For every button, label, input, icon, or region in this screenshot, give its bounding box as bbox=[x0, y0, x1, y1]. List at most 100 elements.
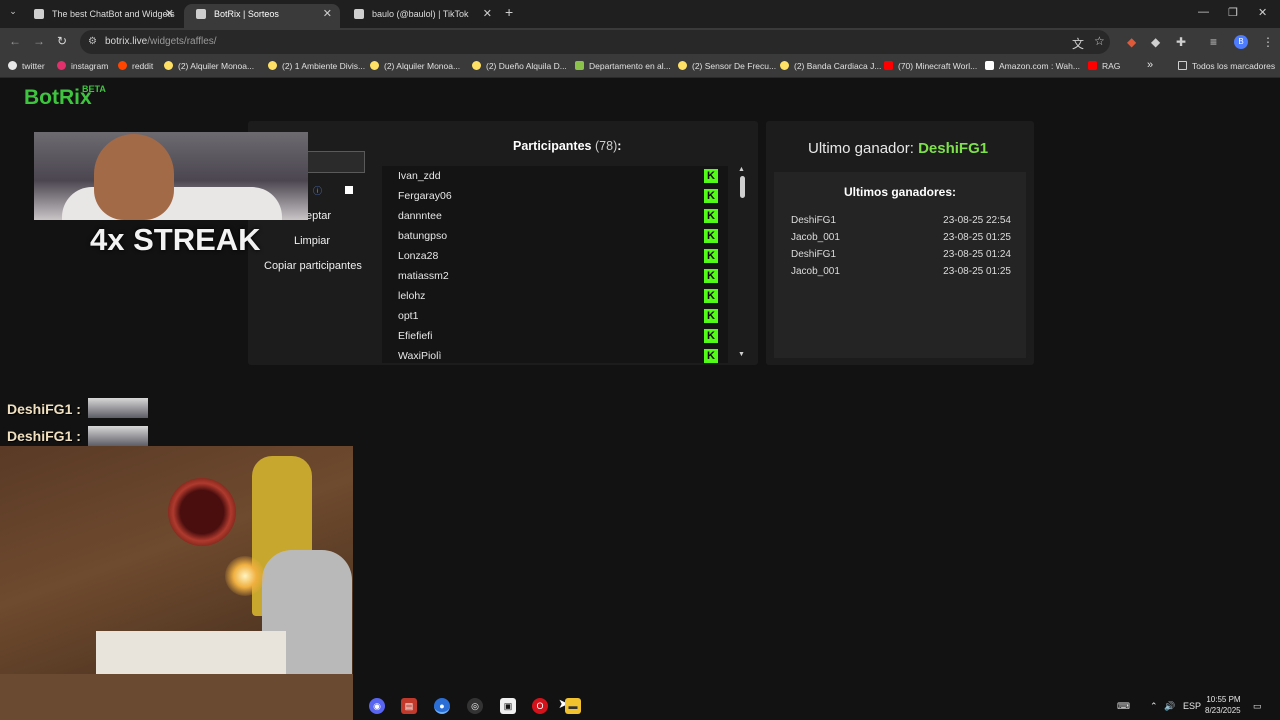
option-checkbox[interactable] bbox=[345, 186, 353, 194]
marketplace-icon bbox=[164, 61, 173, 70]
bookmarks-more-button[interactable]: » bbox=[1147, 59, 1153, 71]
translate-icon[interactable]: 文 bbox=[1072, 35, 1084, 52]
x-icon bbox=[8, 61, 17, 70]
bookmark-amazon[interactable]: Amazon.com : Wah... bbox=[985, 61, 1080, 71]
close-icon[interactable]: ✕ bbox=[483, 4, 492, 24]
language-indicator[interactable]: ESP bbox=[1183, 701, 1201, 711]
app-icon[interactable]: ▣ bbox=[500, 698, 516, 714]
reload-button[interactable]: ↻ bbox=[57, 34, 67, 48]
tab-bar: ⌄ The best ChatBot and Widgets ✕ BotRix … bbox=[0, 0, 1280, 28]
participant-row: matiassm2 K bbox=[398, 266, 718, 286]
chevron-up-icon[interactable]: ⌃ bbox=[1150, 701, 1158, 712]
tab-chatbot[interactable]: The best ChatBot and Widgets ✕ bbox=[22, 4, 182, 28]
restore-button[interactable]: ❐ bbox=[1228, 6, 1238, 19]
participants-scrollbar[interactable]: ▲ ▼ bbox=[737, 166, 748, 363]
media-icon[interactable]: ≡ bbox=[1210, 35, 1217, 49]
notifications-icon[interactable]: ▭ bbox=[1253, 701, 1262, 712]
copy-participants-button[interactable]: Copiar participantes bbox=[264, 260, 362, 272]
botrix-favicon-icon bbox=[196, 9, 206, 19]
kick-icon: K bbox=[704, 209, 718, 223]
close-icon[interactable]: ✕ bbox=[323, 4, 332, 24]
bookmark-departamento[interactable]: Departamento en al... bbox=[575, 61, 671, 71]
instagram-icon bbox=[57, 61, 66, 70]
tab-list-button[interactable]: ⌄ bbox=[6, 6, 20, 20]
close-icon[interactable]: ✕ bbox=[165, 4, 174, 24]
participant-row: Fergaray06 K bbox=[398, 186, 718, 206]
clock-time: 10:55 PM bbox=[1206, 695, 1241, 704]
bookmark-banda[interactable]: (2) Banda Cardiaca J... bbox=[780, 61, 881, 71]
bookmark-alquiler-1[interactable]: (2) Alquiler Monoa... bbox=[164, 61, 254, 71]
last-winner-name: DeshiFG1 bbox=[918, 140, 989, 157]
address-bar[interactable]: ⚙ botrix.live/widgets/raffles/ 文 ☆ bbox=[80, 30, 1110, 54]
botrix-favicon-icon bbox=[34, 9, 44, 19]
menu-button[interactable]: ⋮ bbox=[1262, 35, 1274, 49]
face-shape bbox=[94, 134, 174, 220]
participants-count: (78) bbox=[595, 139, 618, 153]
taskbar-clock[interactable]: 10:55 PM 8/23/2025 bbox=[1205, 694, 1241, 716]
star-icon[interactable]: ☆ bbox=[1094, 34, 1105, 48]
voicemeeter-icon[interactable]: ▤ bbox=[401, 698, 417, 714]
webcam-overlay-face bbox=[34, 132, 308, 220]
obs-icon[interactable]: ◎ bbox=[467, 698, 483, 714]
all-bookmarks-folder[interactable]: Todos los marcadores bbox=[1178, 61, 1275, 71]
close-window-button[interactable]: ✕ bbox=[1258, 6, 1267, 19]
browser-toolbar: ← → ↻ ⚙ botrix.live/widgets/raffles/ 文 ☆… bbox=[0, 28, 1280, 56]
kick-icon: K bbox=[704, 169, 718, 183]
wall-mirror-shape bbox=[168, 478, 236, 546]
bookmark-dueno[interactable]: (2) Dueño Alquila D... bbox=[472, 61, 567, 71]
site-info-icon[interactable]: ⚙ bbox=[88, 36, 97, 47]
beta-badge: BETA bbox=[82, 84, 106, 94]
marketplace-icon bbox=[472, 61, 481, 70]
chat-emote-image bbox=[88, 398, 148, 418]
tab-title: BotRix | Sorteos bbox=[214, 9, 279, 19]
forward-button[interactable]: → bbox=[33, 34, 45, 48]
discord-icon[interactable]: ◉ bbox=[369, 698, 385, 714]
opera-icon[interactable]: O bbox=[532, 698, 548, 714]
explorer-icon[interactable]: ▬ bbox=[565, 698, 581, 714]
marketplace-icon bbox=[780, 61, 789, 70]
kick-icon: K bbox=[704, 269, 718, 283]
bookmark-ambiente[interactable]: (2) 1 Ambiente Divis... bbox=[268, 61, 365, 71]
accept-button[interactable]: eptar bbox=[306, 210, 331, 222]
minimize-button[interactable]: — bbox=[1198, 6, 1209, 18]
bookmark-alquiler-2[interactable]: (2) Alquiler Monoa... bbox=[370, 61, 460, 71]
tab-sorteos[interactable]: BotRix | Sorteos ✕ bbox=[184, 4, 340, 28]
chat-emote-image bbox=[88, 426, 148, 446]
kick-icon: K bbox=[704, 229, 718, 243]
youtube-icon bbox=[884, 61, 893, 70]
bookmark-rag[interactable]: RAG bbox=[1088, 61, 1120, 71]
extension-icon[interactable]: ◆ bbox=[1151, 35, 1160, 49]
clear-button[interactable]: Limpiar bbox=[294, 235, 330, 247]
floor-shape bbox=[0, 674, 353, 720]
kick-icon: K bbox=[704, 349, 718, 363]
chat-message-user: DeshiFG1 : bbox=[7, 428, 81, 444]
kick-icon: K bbox=[704, 189, 718, 203]
participant-row: opt1 K bbox=[398, 306, 718, 326]
participant-row: Efiefiefi K bbox=[398, 326, 718, 346]
extension-icon[interactable]: ◆ bbox=[1127, 35, 1136, 49]
reddit-icon bbox=[118, 61, 127, 70]
bookmark-reddit[interactable]: reddit bbox=[118, 61, 153, 71]
scroll-thumb[interactable] bbox=[740, 176, 745, 198]
winners-history: Ultimos ganadores: DeshiFG1 23-08-25 22:5… bbox=[774, 172, 1026, 358]
puzzle-icon[interactable]: ✚ bbox=[1176, 35, 1186, 49]
bookmark-twitter[interactable]: twitter bbox=[8, 61, 45, 71]
info-icon[interactable]: ⓘ bbox=[313, 184, 322, 197]
bookmark-instagram[interactable]: instagram bbox=[57, 61, 108, 71]
chrome-icon[interactable]: ● bbox=[434, 698, 450, 714]
tab-tiktok[interactable]: baulo (@baulol) | TikTok ✕ bbox=[342, 4, 500, 28]
back-button[interactable]: ← bbox=[9, 34, 21, 48]
marketplace-icon bbox=[370, 61, 379, 70]
profile-avatar[interactable]: B bbox=[1234, 35, 1248, 49]
scroll-up-arrow-icon[interactable]: ▲ bbox=[738, 166, 745, 173]
bookmark-minecraft[interactable]: (70) Minecraft Worl... bbox=[884, 61, 977, 71]
bookmark-sensor[interactable]: (2) Sensor De Frecu... bbox=[678, 61, 776, 71]
participants-list[interactable]: Ivan_zdd K Fergaray06 K dannntee K batungps… bbox=[382, 166, 728, 363]
participant-row: Ivan_zdd K bbox=[398, 166, 718, 186]
scroll-down-arrow-icon[interactable]: ▼ bbox=[738, 351, 745, 358]
participant-row: WaxiPiolì K bbox=[398, 346, 718, 363]
winner-row: DeshiFG1 23-08-25 22:54 bbox=[791, 215, 1011, 226]
volume-icon[interactable]: 🔊 bbox=[1164, 701, 1175, 712]
new-tab-button[interactable]: + bbox=[505, 4, 513, 20]
keyboard-icon[interactable]: ⌨ bbox=[1117, 701, 1130, 712]
